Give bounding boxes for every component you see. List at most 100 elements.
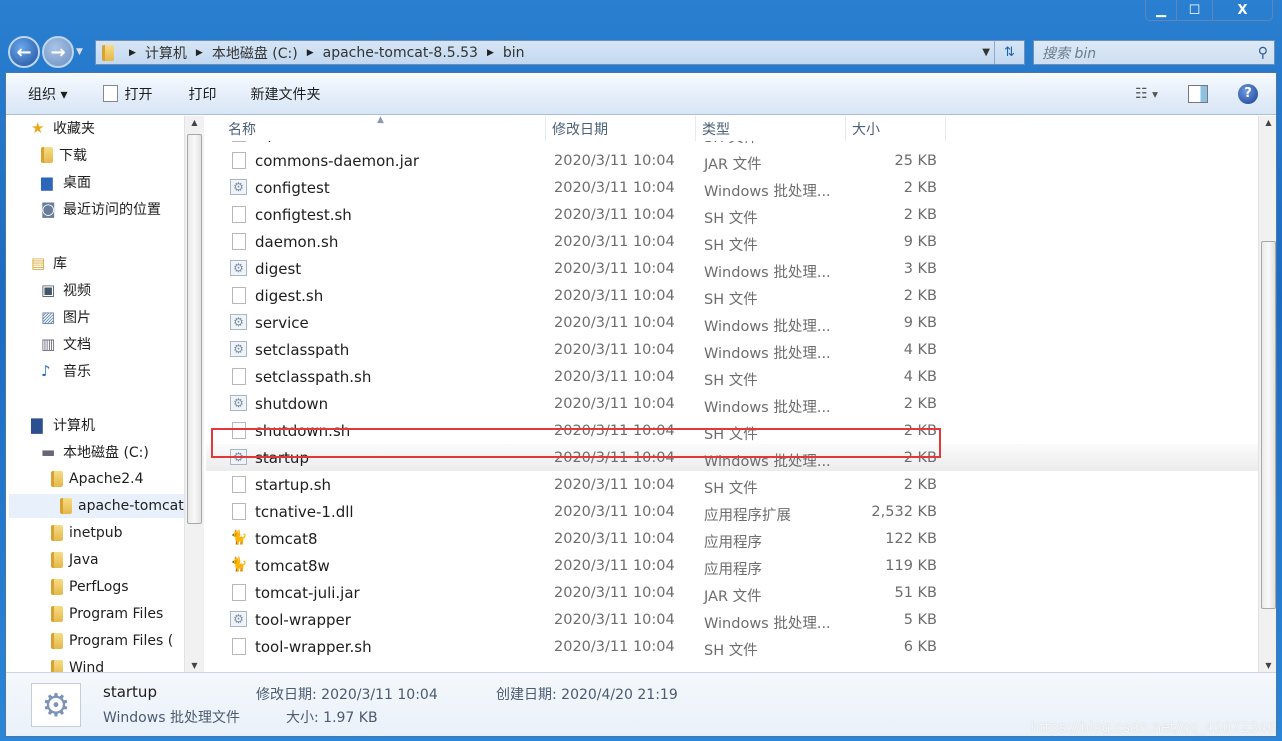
file-row[interactable]: ⚙ tool-wrapper 2020/3/11 10:04 Windows 批处理.… xyxy=(206,606,1258,633)
file-name: digest.sh xyxy=(255,287,324,305)
folder-icon xyxy=(51,633,63,649)
file-row[interactable]: setclasspath.sh 2020/3/11 10:04 SH 文件 4 KB xyxy=(206,363,1258,390)
sidebar-item[interactable]: Program Files xyxy=(51,602,163,626)
sidebar-item[interactable]: ♪ 音乐 xyxy=(41,359,91,383)
sidebar-item[interactable]: Apache2.4 xyxy=(51,467,144,491)
folder-icon xyxy=(51,525,63,541)
file-list-scrollbar[interactable]: ▲ ▼ xyxy=(1258,116,1276,672)
sidebar-item[interactable]: ▬ 本地磁盘 (C:) xyxy=(41,440,149,464)
print-button[interactable]: 打印 xyxy=(188,84,216,104)
sidebar-item[interactable]: PerfLogs xyxy=(51,575,129,599)
help-button[interactable]: ? xyxy=(1238,83,1258,104)
file-row[interactable]: tomcat-juli.jar 2020/3/11 10:04 JAR 文件 51 K… xyxy=(206,579,1258,606)
sidebar-item[interactable]: ▤ 库 xyxy=(31,251,67,275)
recent-pages-dropdown[interactable]: ▼ xyxy=(76,47,83,57)
sidebar-item[interactable]: ▆ 桌面 xyxy=(41,170,91,194)
forward-button[interactable]: → xyxy=(42,36,74,68)
file-date: 2020/3/11 10:04 xyxy=(554,234,675,250)
sidebar-item[interactable]: ▥ 文档 xyxy=(41,332,91,356)
column-date[interactable]: 修改日期 xyxy=(546,116,696,141)
breadcrumb-separator-icon[interactable]: ▶ xyxy=(196,48,203,58)
details-filename: startup xyxy=(103,683,157,701)
documents-icon: ▥ xyxy=(41,335,56,353)
file-row[interactable]: digest.sh 2020/3/11 10:04 SH 文件 2 KB xyxy=(206,282,1258,309)
maximize-button[interactable]: ☐ xyxy=(1176,0,1212,20)
back-button[interactable]: ← xyxy=(8,36,40,68)
sidebar-item[interactable]: Wind xyxy=(51,656,104,672)
sidebar-item[interactable]: Program Files ( xyxy=(51,629,173,653)
sidebar-item[interactable]: ▨ 图片 xyxy=(41,305,91,329)
file-size: 4 KB xyxy=(903,342,937,358)
organize-button[interactable]: 组织 ▾ xyxy=(28,84,67,104)
sidebar-item[interactable]: inetpub xyxy=(51,521,123,545)
file-row[interactable]: 🐈 tomcat8 2020/3/11 10:04 应用程序 122 KB xyxy=(206,525,1258,552)
breadcrumb-item[interactable]: 计算机 xyxy=(145,43,187,63)
music-icon: ♪ xyxy=(41,362,51,380)
sidebar-item[interactable]: ◙ 最近访问的位置 xyxy=(41,197,161,221)
open-button[interactable]: 打开 xyxy=(103,84,152,104)
file-name: setclasspath.sh xyxy=(255,368,372,386)
file-type: SH 文件 xyxy=(704,211,758,227)
close-button[interactable]: X xyxy=(1212,0,1272,20)
breadcrumb-item[interactable]: apache-tomcat-8.5.53 xyxy=(323,45,478,61)
file-name: tool-wrapper.sh xyxy=(255,638,372,656)
sidebar-scroll-thumb[interactable] xyxy=(187,134,202,524)
file-row[interactable]: ⚙ shutdown 2020/3/11 10:04 Windows 批处理... 2 … xyxy=(206,390,1258,417)
file-size: 122 KB xyxy=(885,531,937,547)
file-row[interactable]: ⚙ setclasspath 2020/3/11 10:04 Windows 批处理.… xyxy=(206,336,1258,363)
file-list-scroll-thumb[interactable] xyxy=(1261,241,1276,609)
file-size: 9 KB xyxy=(903,234,937,250)
refresh-button[interactable]: ⇅ xyxy=(994,41,1024,64)
sidebar-item[interactable]: ▇ 计算机 xyxy=(31,413,95,437)
watermark: https://blog.csdn.net/qq_45072346 xyxy=(1030,720,1276,736)
file-row[interactable]: ⚙ configtest 2020/3/11 10:04 Windows 批处理...… xyxy=(206,174,1258,201)
file-type: SH 文件 xyxy=(704,643,758,659)
library-icon: ▤ xyxy=(31,254,46,272)
file-row[interactable]: startup.sh 2020/3/11 10:04 SH 文件 2 KB xyxy=(206,471,1258,498)
file-row[interactable]: commons-daemon.jar 2020/3/11 10:04 JAR 文件 2… xyxy=(206,147,1258,174)
file-row[interactable]: configtest.sh 2020/3/11 10:04 SH 文件 2 KB xyxy=(206,201,1258,228)
breadcrumb-item[interactable]: bin xyxy=(503,45,525,61)
file-date: 2020/3/11 10:04 xyxy=(554,639,675,655)
breadcrumb-separator-icon[interactable]: ▶ xyxy=(129,48,136,58)
preview-pane-button[interactable] xyxy=(1188,84,1208,103)
column-size[interactable]: 大小 xyxy=(846,116,946,141)
desktop-icon: ▆ xyxy=(41,173,53,191)
breadcrumb-item[interactable]: 本地磁盘 (C:) xyxy=(212,43,298,63)
breadcrumb-separator-icon[interactable]: ▶ xyxy=(487,48,494,58)
new-folder-label: 新建文件夹 xyxy=(250,86,321,103)
file-row[interactable]: ⚙ digest 2020/3/11 10:04 Windows 批处理... 3 KB xyxy=(206,255,1258,282)
sidebar-item[interactable]: Java xyxy=(51,548,99,572)
new-folder-button[interactable]: 新建文件夹 xyxy=(250,84,320,104)
file-type: 应用程序扩展 xyxy=(704,508,791,524)
file-size: 25 KB xyxy=(894,153,937,169)
minimize-button[interactable]: ▁ xyxy=(1146,0,1176,20)
sidebar-item[interactable]: apache-tomcat xyxy=(9,494,184,518)
search-input[interactable]: 搜索 bin ⚲ xyxy=(1033,40,1275,65)
file-row[interactable]: 🐈 tomcat8w 2020/3/11 10:04 应用程序 119 KB xyxy=(206,552,1258,579)
sidebar-scrollbar[interactable]: ▲ ▼ xyxy=(184,116,204,672)
file-row[interactable]: ⚙ service 2020/3/11 10:04 Windows 批处理... 9 K… xyxy=(206,309,1258,336)
file-icon xyxy=(232,503,246,520)
breadcrumb-separator-icon[interactable]: ▶ xyxy=(307,48,314,58)
file-row[interactable]: daemon.sh 2020/3/11 10:04 SH 文件 9 KB xyxy=(206,228,1258,255)
address-dropdown-icon[interactable]: ▼ xyxy=(982,47,990,58)
highlight-box xyxy=(211,428,941,458)
file-size: 2 KB xyxy=(903,477,937,493)
sidebar-item[interactable]: 下载 xyxy=(41,143,87,167)
sidebar-item[interactable]: ★ 收藏夹 xyxy=(31,116,95,140)
search-icon[interactable]: ⚲ xyxy=(1258,45,1268,61)
column-type[interactable]: 类型 xyxy=(696,116,846,141)
file-date: 2020/3/11 10:04 xyxy=(554,342,675,358)
folder-icon xyxy=(51,552,63,568)
file-icon xyxy=(232,206,246,223)
column-name[interactable]: 名称 ▲ xyxy=(222,116,546,141)
view-options-button[interactable]: ☷ ▾ xyxy=(1135,86,1158,102)
folder-icon xyxy=(51,579,63,595)
sidebar-item[interactable]: ▣ 视频 xyxy=(41,278,91,302)
address-bar[interactable]: ▶ 计算机 ▶ 本地磁盘 (C:) ▶ apache-tomcat-8.5.53 ▶ bin ▼… xyxy=(95,40,1025,65)
file-date: 2020/3/11 10:04 xyxy=(554,504,675,520)
sidebar-item-label: 文档 xyxy=(63,337,91,353)
file-row[interactable]: tcnative-1.dll 2020/3/11 10:04 应用程序扩展 2,532… xyxy=(206,498,1258,525)
file-row[interactable]: tool-wrapper.sh 2020/3/11 10:04 SH 文件 6 KB xyxy=(206,633,1258,660)
